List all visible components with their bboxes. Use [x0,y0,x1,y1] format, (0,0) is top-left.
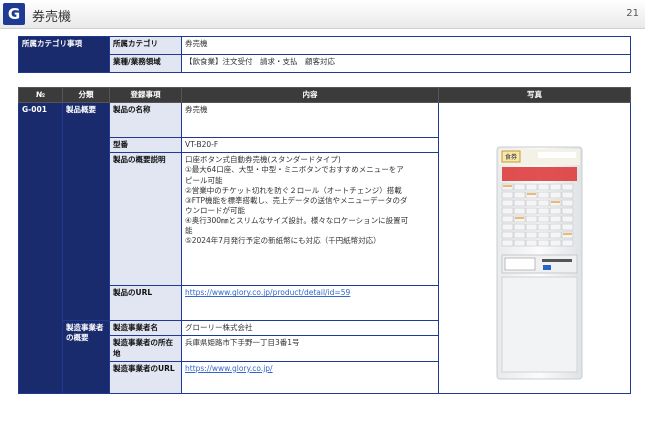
product-table: № 分類 登録事項 内容 写真 G-001 製品概要 製品の名称 券売機 食券 [18,86,631,394]
maker-name-label: 製造事業者名 [109,320,182,337]
product-url-link[interactable]: https://www.glory.co.jp/product/detail/i… [185,288,350,297]
model-label: 型番 [109,137,182,154]
header-class: 分類 [62,86,110,104]
maker-name-value: グローリー株式会社 [181,320,439,337]
record-id: G-001 [18,102,63,394]
product-name-label: 製品の名称 [109,102,182,139]
ticket-machine-image: 食券 [496,146,583,380]
category-value: 券売機 [181,36,631,55]
description-line: ウンロードが可能 [185,205,245,215]
group-maker: 製造事業者の概要 [62,320,110,394]
maker-address-label: 製造事業者の所在地 [109,335,182,362]
group-product: 製品概要 [62,102,110,322]
category-label: 所属カテゴリ [109,36,182,55]
maker-url-link[interactable]: https://www.glory.co.jp/ [185,364,273,373]
category-table: 所属カテゴリ事項 所属カテゴリ 券売機 業種/業務領域 【飲食業】注文受付 請求… [18,36,631,73]
category-header: 所属カテゴリ事項 [18,36,110,73]
page-title: 券売機 [32,10,72,25]
page-number: 21 [626,8,639,19]
slide-page: G 券売機 21 所属カテゴリ事項 所属カテゴリ 券売機 業種/業務領域 【飲食… [0,0,645,446]
description-line: ピール可能 [185,175,223,185]
header-bar: G 券売機 21 [0,0,645,29]
product-url-label: 製品のURL [109,285,182,322]
maker-address-value: 兵庫県姫路市下手野一丁目3番1号 [181,335,439,362]
section-badge: G [3,3,25,25]
header-photo: 写真 [438,86,631,104]
header-content: 内容 [181,86,439,104]
photo-cell: 食券 [438,102,631,394]
maker-url-label: 製造事業者のURL [109,360,182,394]
description-line: ④奥行300㎜とスリムなサイズ設計。様々なロケーションに設置可 [185,216,409,225]
description-line: 能 [185,226,193,236]
header-no: № [18,86,63,104]
description-line: ②営業中のチケット切れを防ぐ２ロール（オートチェンジ）搭載 [185,185,402,195]
description-line: ①最大64口座、大型・中型・ミニボタンでおすすめメニューをア [185,165,404,175]
industry-label: 業種/業務領域 [109,54,182,73]
model-value: VT-B20-F [181,137,439,154]
description-label: 製品の概要説明 [109,152,182,287]
sign-text: 食券 [505,153,517,161]
description-line: ③FTP機能を標準搭載し、売上データの送信やメニューデータのダ [185,195,408,205]
description-line: 口座ボタン式自動券売機(スタンダードタイプ) [185,155,341,165]
description-line: ⑤2024年7月発行予定の新紙幣にも対応（千円紙幣対応） [185,236,381,246]
product-name-value: 券売機 [181,102,439,139]
industry-value: 【飲食業】注文受付 請求・支払 顧客対応 [181,54,631,73]
header-item: 登録事項 [109,86,182,104]
description-value: 口座ボタン式自動券売機(スタンダードタイプ) ①最大64口座、大型・中型・ミニボ… [181,152,439,287]
